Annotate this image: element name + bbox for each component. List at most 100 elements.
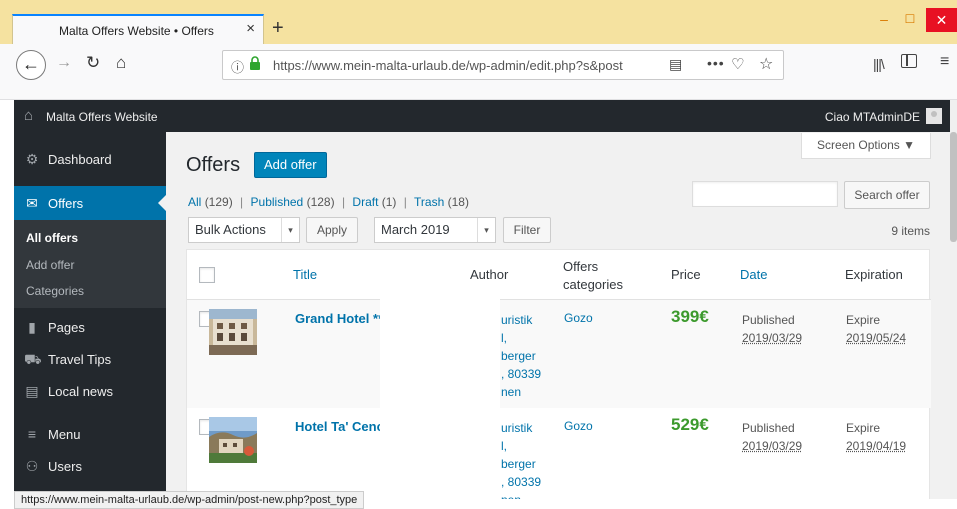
filter-trash-count: (18)	[447, 195, 469, 209]
browser-tab-bar: Malta Offers Website • Offers × + ‒ ☐ ✕	[0, 0, 957, 44]
table-row: Hotel Ta' Cenc uristik l, berger , 80339…	[187, 408, 931, 499]
offer-author[interactable]: uristik l, berger , 80339 nen	[501, 311, 541, 401]
wp-admin-bar: ⌂ Malta Offers Website Ciao MTAdminDE	[14, 100, 950, 132]
browser-nav-bar: ← → ↻ ⌂ ⓘ https://www.mein-malta-urlaub.…	[0, 44, 957, 100]
filter-separator: |	[240, 195, 244, 209]
offer-author[interactable]: uristik l, berger , 80339 nen	[501, 419, 541, 499]
hotel-thumbnail[interactable]	[209, 417, 257, 463]
sidebar-item-dashboard[interactable]: ⚙ Dashboard	[14, 142, 166, 176]
offer-expiration: Expire 2019/04/19	[846, 421, 907, 453]
site-name-link[interactable]: Malta Offers Website	[46, 110, 158, 124]
hotel-thumbnail[interactable]	[209, 309, 257, 355]
screen-options-button[interactable]: Screen Options ▼	[801, 133, 931, 159]
items-count: 9 items	[891, 224, 930, 238]
column-categories: Offers categories	[563, 259, 623, 292]
library-icon[interactable]: |||\	[873, 56, 885, 72]
filter-all-link[interactable]: All	[188, 195, 201, 209]
hamburger-menu-icon[interactable]: ≡	[940, 53, 949, 71]
search-input[interactable]	[692, 181, 838, 207]
tab-close-icon[interactable]: ×	[246, 20, 255, 38]
filter-button[interactable]: Filter	[503, 217, 551, 243]
offers-icon: ✉	[26, 195, 38, 211]
offers-table: Title Author Offers categories Price Date…	[186, 249, 931, 499]
browser-tab[interactable]: Malta Offers Website • Offers ×	[12, 14, 264, 44]
sidebar-toggle-icon[interactable]	[901, 54, 917, 68]
offer-expiration: Expire 2019/05/24	[846, 313, 907, 345]
offer-category-link[interactable]: Gozo	[564, 419, 593, 433]
dashboard-icon: ⚙	[25, 151, 39, 167]
offer-title-link[interactable]: Hotel Ta' Cenc	[295, 419, 381, 434]
add-offer-button[interactable]: Add offer	[254, 152, 327, 178]
wp-admin-sidebar: ⚙ Dashboard ✉ Offers All offers Add offe…	[14, 132, 166, 499]
pocket-icon[interactable]: ♡	[731, 55, 744, 73]
scrollbar-thumb[interactable]	[950, 132, 957, 242]
back-arrow-icon[interactable]: ←	[16, 50, 46, 80]
sidebar-item-label: Travel Tips	[48, 352, 112, 367]
sidebar-item-label: Dashboard	[48, 152, 112, 167]
filter-separator: |	[341, 195, 346, 209]
sidebar-item-travel-tips[interactable]: ⛟ Travel Tips	[14, 342, 166, 376]
sidebar-item-label: Menu	[48, 427, 81, 442]
offer-title-link[interactable]: Grand Hotel **	[295, 311, 381, 326]
month-value: March 2019	[381, 222, 450, 237]
filter-published-count: (128)	[306, 195, 335, 209]
sidebar-item-label: Pages	[48, 320, 85, 335]
site-home-icon[interactable]: ⌂	[24, 107, 33, 124]
submenu-all-offers[interactable]: All offers	[26, 231, 78, 245]
column-date[interactable]: Date	[740, 267, 767, 282]
home-icon[interactable]: ⌂	[116, 53, 126, 73]
offer-price: 529€	[671, 415, 709, 434]
offer-date: Published 2019/03/29	[742, 421, 803, 453]
info-icon[interactable]: ⓘ	[231, 57, 244, 76]
lock-icon	[250, 56, 260, 70]
filter-draft-count: (1)	[381, 195, 397, 209]
filter-published-link[interactable]: Published	[251, 195, 304, 209]
status-filter-links: All (129) | Published (128) | Draft (1) …	[188, 195, 469, 209]
reader-view-icon[interactable]: ▤	[669, 56, 682, 73]
chevron-down-icon: ▾	[281, 218, 299, 242]
column-price: Price	[671, 267, 701, 282]
sidebar-item-users[interactable]: ⚇ Users	[14, 449, 166, 483]
sidebar-item-offers[interactable]: ✉ Offers	[14, 186, 166, 220]
window-minimize-icon[interactable]: ‒	[874, 10, 894, 30]
submenu-add-offer[interactable]: Add offer	[26, 258, 74, 272]
avatar[interactable]	[926, 108, 942, 124]
user-greeting[interactable]: Ciao MTAdminDE	[825, 110, 920, 124]
submenu-categories[interactable]: Categories	[26, 284, 84, 298]
table-header: Title Author Offers categories Price Date…	[187, 250, 931, 300]
chevron-down-icon: ▾	[477, 218, 495, 242]
local-news-icon: ▤	[25, 383, 39, 399]
url-bar[interactable]: ⓘ https://www.mein-malta-urlaub.de/wp-ad…	[222, 50, 784, 80]
tab-title: Malta Offers Website • Offers	[59, 24, 214, 38]
menu-icon: ≡	[27, 426, 37, 442]
month-select[interactable]: March 2019 ▾	[374, 217, 496, 243]
sidebar-item-menu[interactable]: ≡ Menu	[14, 417, 166, 451]
select-all-checkbox[interactable]	[199, 267, 215, 283]
apply-button[interactable]: Apply	[306, 217, 358, 243]
bookmark-star-icon[interactable]: ☆	[759, 54, 773, 74]
reload-icon[interactable]: ↻	[86, 53, 100, 73]
users-icon: ⚇	[25, 458, 39, 474]
filter-trash-link[interactable]: Trash	[414, 195, 444, 209]
offer-category-link[interactable]: Gozo	[564, 311, 593, 325]
forward-arrow-icon[interactable]: →	[56, 54, 72, 72]
link-status-bar: https://www.mein-malta-urlaub.de/wp-admi…	[14, 491, 365, 509]
new-tab-icon[interactable]: +	[272, 16, 284, 40]
column-title[interactable]: Title	[293, 267, 317, 282]
window-close-icon[interactable]: ✕	[926, 8, 957, 32]
redacted-area	[380, 298, 500, 509]
sidebar-item-local-news[interactable]: ▤ Local news	[14, 374, 166, 408]
offers-submenu: All offers Add offer Categories	[14, 220, 166, 308]
sidebar-item-label: Local news	[48, 384, 114, 399]
search-offer-button[interactable]: Search offer	[844, 181, 930, 209]
bulk-actions-select[interactable]: Bulk Actions ▾	[188, 217, 300, 243]
more-actions-icon[interactable]: •••	[707, 55, 725, 71]
page-title: Offers	[186, 154, 241, 176]
main-content: Offers Add offer Screen Options ▼ All (1…	[166, 132, 950, 499]
filter-draft-link[interactable]: Draft	[352, 195, 378, 209]
url-text[interactable]: https://www.mein-malta-urlaub.de/wp-admi…	[273, 58, 633, 73]
sidebar-item-pages[interactable]: ▮ Pages	[14, 310, 166, 344]
window-maximize-icon[interactable]: ☐	[900, 10, 920, 30]
offer-date: Published 2019/03/29	[742, 313, 803, 345]
sidebar-item-label: Users	[48, 459, 82, 474]
